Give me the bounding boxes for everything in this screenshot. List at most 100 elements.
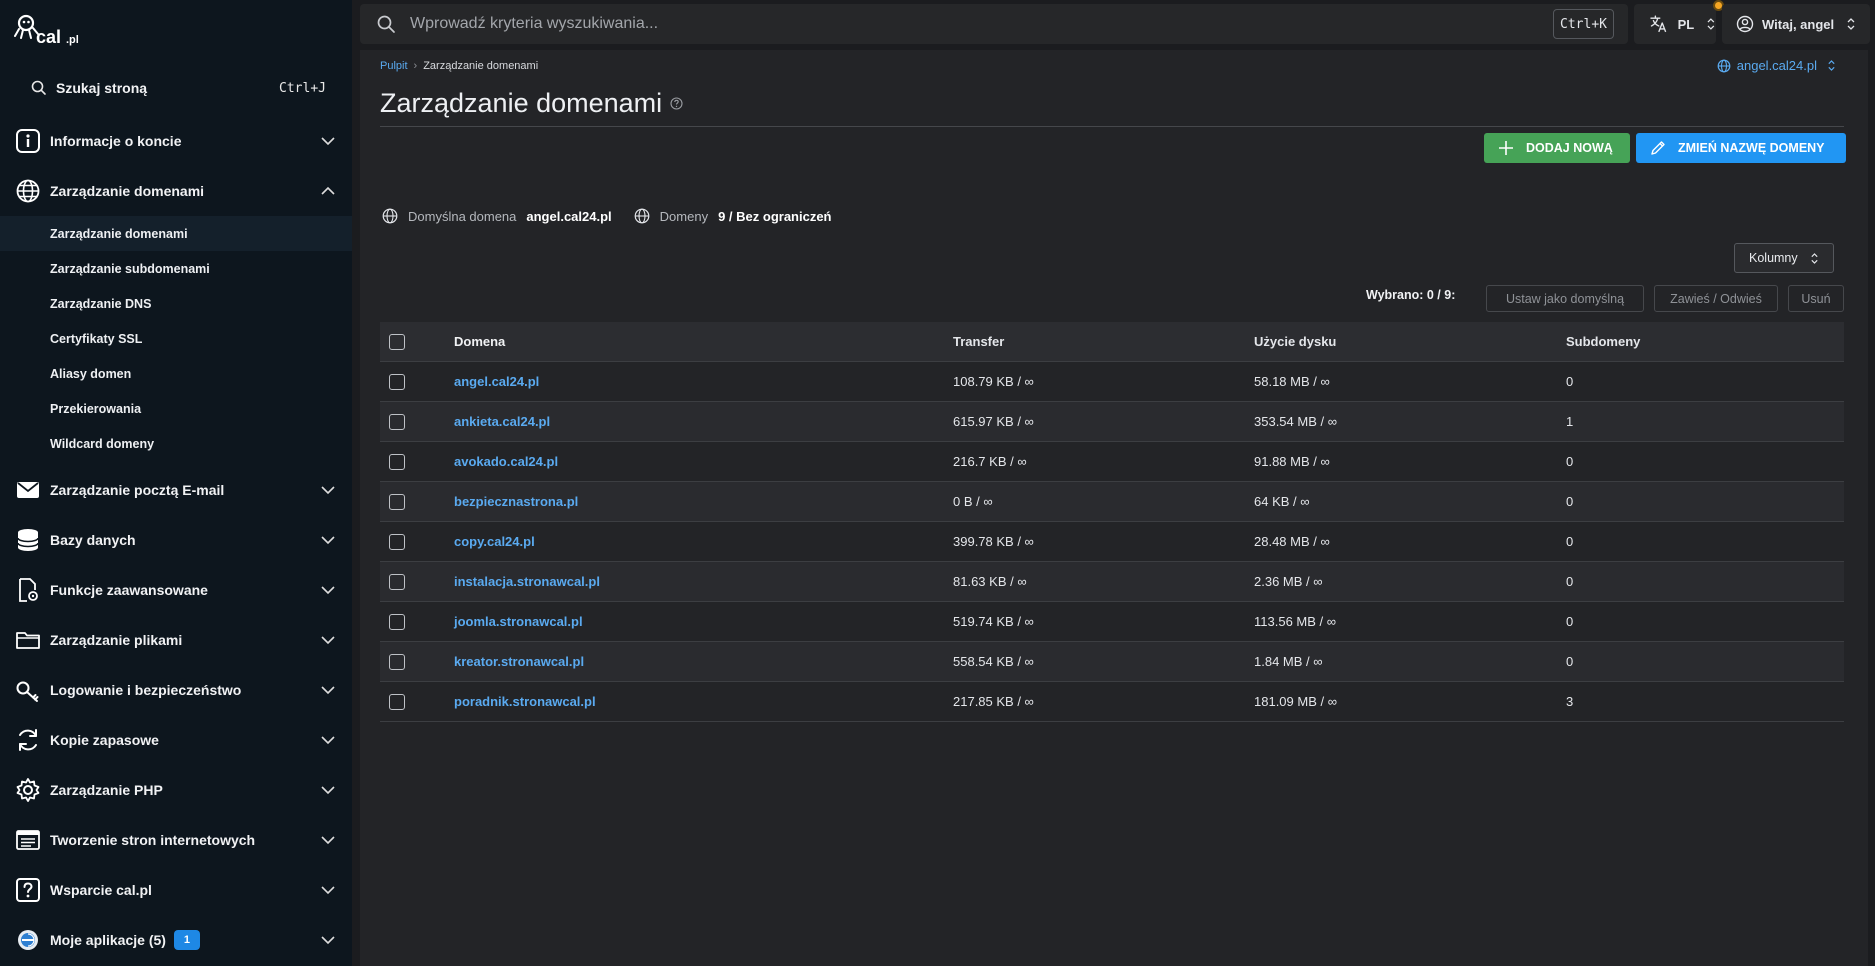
row-checkbox[interactable]	[389, 613, 405, 630]
submenu-ssl[interactable]: Certyfikaty SSL	[0, 321, 352, 356]
disk-usage-cell: 28.48 MB / ∞	[1254, 534, 1330, 549]
submenu-redirects[interactable]: Przekierowania	[0, 391, 352, 426]
app-icon	[14, 926, 42, 954]
disk-usage-cell: 1.84 MB / ∞	[1254, 654, 1323, 669]
user-menu[interactable]: Witaj, angel	[1722, 4, 1870, 44]
chevron-down-icon	[321, 586, 335, 595]
question-icon	[14, 876, 42, 904]
sidebar-item-support[interactable]: Wsparcie cal.pl	[0, 865, 352, 915]
transfer-cell: 558.54 KB / ∞	[953, 654, 1034, 669]
transfer-cell: 217.85 KB / ∞	[953, 694, 1034, 709]
domain-selector[interactable]: angel.cal24.pl	[1717, 58, 1836, 73]
browser-icon	[14, 826, 42, 854]
breadcrumb-root[interactable]: Pulpit	[380, 60, 408, 72]
help-icon[interactable]	[670, 97, 683, 110]
domain-link[interactable]: avokado.cal24.pl	[454, 454, 558, 469]
breadcrumb-separator: ›	[413, 60, 418, 72]
submenu-wildcard[interactable]: Wildcard domeny	[0, 426, 352, 461]
sidebar-item-label: Funkcje zaawansowane	[50, 582, 208, 598]
sidebar-item-email[interactable]: Zarządzanie pocztą E-mail	[0, 465, 352, 515]
row-select-cell	[380, 413, 454, 430]
row-select-cell	[380, 693, 454, 710]
domain-link[interactable]: joomla.stronawcal.pl	[454, 614, 583, 629]
domain-link[interactable]: instalacja.stronawcal.pl	[454, 574, 600, 589]
row-checkbox[interactable]	[389, 453, 405, 470]
sidebar-item-php[interactable]: Zarządzanie PHP	[0, 765, 352, 815]
row-checkbox[interactable]	[389, 493, 405, 510]
domain-link[interactable]: bezpiecznastrona.pl	[454, 494, 578, 509]
header-domain[interactable]: Domena	[454, 334, 953, 349]
sidebar-item-website-builder[interactable]: Tworzenie stron internetowych	[0, 815, 352, 865]
sidebar-item-files[interactable]: Zarządzanie plikami	[0, 615, 352, 665]
gear-icon	[14, 776, 42, 804]
row-select-cell	[380, 653, 454, 670]
add-domain-button[interactable]: DODAJ NOWĄ	[1484, 133, 1630, 163]
domain-link[interactable]: ankieta.cal24.pl	[454, 414, 550, 429]
sidebar-item-security[interactable]: Logowanie i bezpieczeństwo	[0, 665, 352, 715]
sidebar-search-label: Szukaj stroną	[56, 80, 148, 96]
submenu-dns[interactable]: Zarządzanie DNS	[0, 286, 352, 321]
row-select-cell	[380, 453, 454, 470]
domain-cell: angel.cal24.pl	[454, 374, 953, 389]
columns-button[interactable]: Kolumny	[1734, 243, 1834, 273]
updown-chevron-icon	[1811, 252, 1818, 264]
header-subdomains[interactable]: Subdomeny	[1566, 334, 1844, 349]
sidebar-item-label: Moje aplikacje (5)	[50, 932, 166, 948]
submenu-domains[interactable]: Zarządzanie domenami	[0, 216, 352, 251]
sidebar-item-advanced[interactable]: Funkcje zaawansowane	[0, 565, 352, 615]
domain-cell: poradnik.stronawcal.pl	[454, 694, 953, 709]
submenu-subdomains[interactable]: Zarządzanie subdomenami	[0, 251, 352, 286]
select-all-checkbox[interactable]	[389, 333, 405, 350]
row-checkbox[interactable]	[389, 533, 405, 550]
sidebar-search-shortcut: Ctrl+J	[279, 80, 326, 96]
sidebar-item-label: Zarządzanie PHP	[50, 782, 163, 798]
header-transfer[interactable]: Transfer	[953, 334, 1254, 349]
sidebar-search[interactable]: Szukaj stroną Ctrl+J	[14, 72, 334, 104]
row-checkbox[interactable]	[389, 693, 405, 710]
submenu-aliases[interactable]: Aliasy domen	[0, 356, 352, 391]
sidebar-item-account-info[interactable]: Informacje o koncie	[0, 116, 352, 166]
transfer-cell: 399.78 KB / ∞	[953, 534, 1034, 549]
suspend-button[interactable]: Zawieś / Odwieś	[1654, 285, 1778, 312]
table-row: copy.cal24.pl 399.78 KB / ∞ 28.48 MB / ∞ 0	[380, 522, 1844, 562]
domain-cell: copy.cal24.pl	[454, 534, 953, 549]
chevron-down-icon	[321, 536, 335, 545]
row-checkbox[interactable]	[389, 413, 405, 430]
disk-usage-cell: 2.36 MB / ∞	[1254, 574, 1323, 589]
sidebar-item-databases[interactable]: Bazy danych	[0, 515, 352, 565]
sidebar-item-backups[interactable]: Kopie zapasowe	[0, 715, 352, 765]
language-selector[interactable]: PL	[1634, 4, 1716, 44]
domain-link[interactable]: angel.cal24.pl	[454, 374, 539, 389]
domain-link[interactable]: copy.cal24.pl	[454, 534, 535, 549]
chevron-down-icon	[321, 636, 335, 645]
sidebar-item-label: Wsparcie cal.pl	[50, 882, 152, 898]
domain-link[interactable]: poradnik.stronawcal.pl	[454, 694, 596, 709]
row-checkbox[interactable]	[389, 373, 405, 390]
subdomains-cell: 0	[1566, 574, 1574, 589]
cal-pl-logo[interactable]: cal .pl	[14, 12, 94, 52]
table-header: Domena Transfer Użycie dysku Subdomeny	[380, 322, 1844, 362]
sidebar: cal .pl Szukaj stroną Ctrl+J Informacje …	[0, 0, 352, 966]
rename-domain-button[interactable]: ZMIEŃ NAZWĘ DOMENY	[1636, 133, 1846, 163]
chevron-down-icon	[321, 736, 335, 745]
global-search-input[interactable]	[410, 6, 1554, 42]
table-row: poradnik.stronawcal.pl 217.85 KB / ∞ 181.0…	[380, 682, 1844, 722]
subdomains-cell: 0	[1566, 374, 1574, 389]
transfer-cell: 615.97 KB / ∞	[953, 414, 1034, 429]
header-disk[interactable]: Użycie dysku	[1254, 334, 1566, 349]
search-icon	[31, 80, 46, 95]
domain-link[interactable]: kreator.stronawcal.pl	[454, 654, 584, 669]
row-checkbox[interactable]	[389, 653, 405, 670]
chevron-down-icon	[321, 936, 335, 945]
search-shortcut: Ctrl+K	[1553, 9, 1614, 39]
set-default-button[interactable]: Ustaw jako domyślną	[1486, 285, 1644, 312]
sidebar-item-domains[interactable]: Zarządzanie domenami	[0, 166, 352, 216]
globe-icon	[14, 177, 42, 205]
sidebar-menu: Informacje o koncie Zarządzanie domenami…	[0, 116, 352, 965]
sidebar-item-my-apps[interactable]: Moje aplikacje (5) 1	[0, 915, 352, 965]
domain-summary: Domyślna domena angel.cal24.pl Domeny 9 …	[382, 208, 832, 224]
table-row: kreator.stronawcal.pl 558.54 KB / ∞ 1.84 M…	[380, 642, 1844, 682]
row-checkbox[interactable]	[389, 573, 405, 590]
delete-button[interactable]: Usuń	[1788, 285, 1844, 312]
transfer-cell: 519.74 KB / ∞	[953, 614, 1034, 629]
